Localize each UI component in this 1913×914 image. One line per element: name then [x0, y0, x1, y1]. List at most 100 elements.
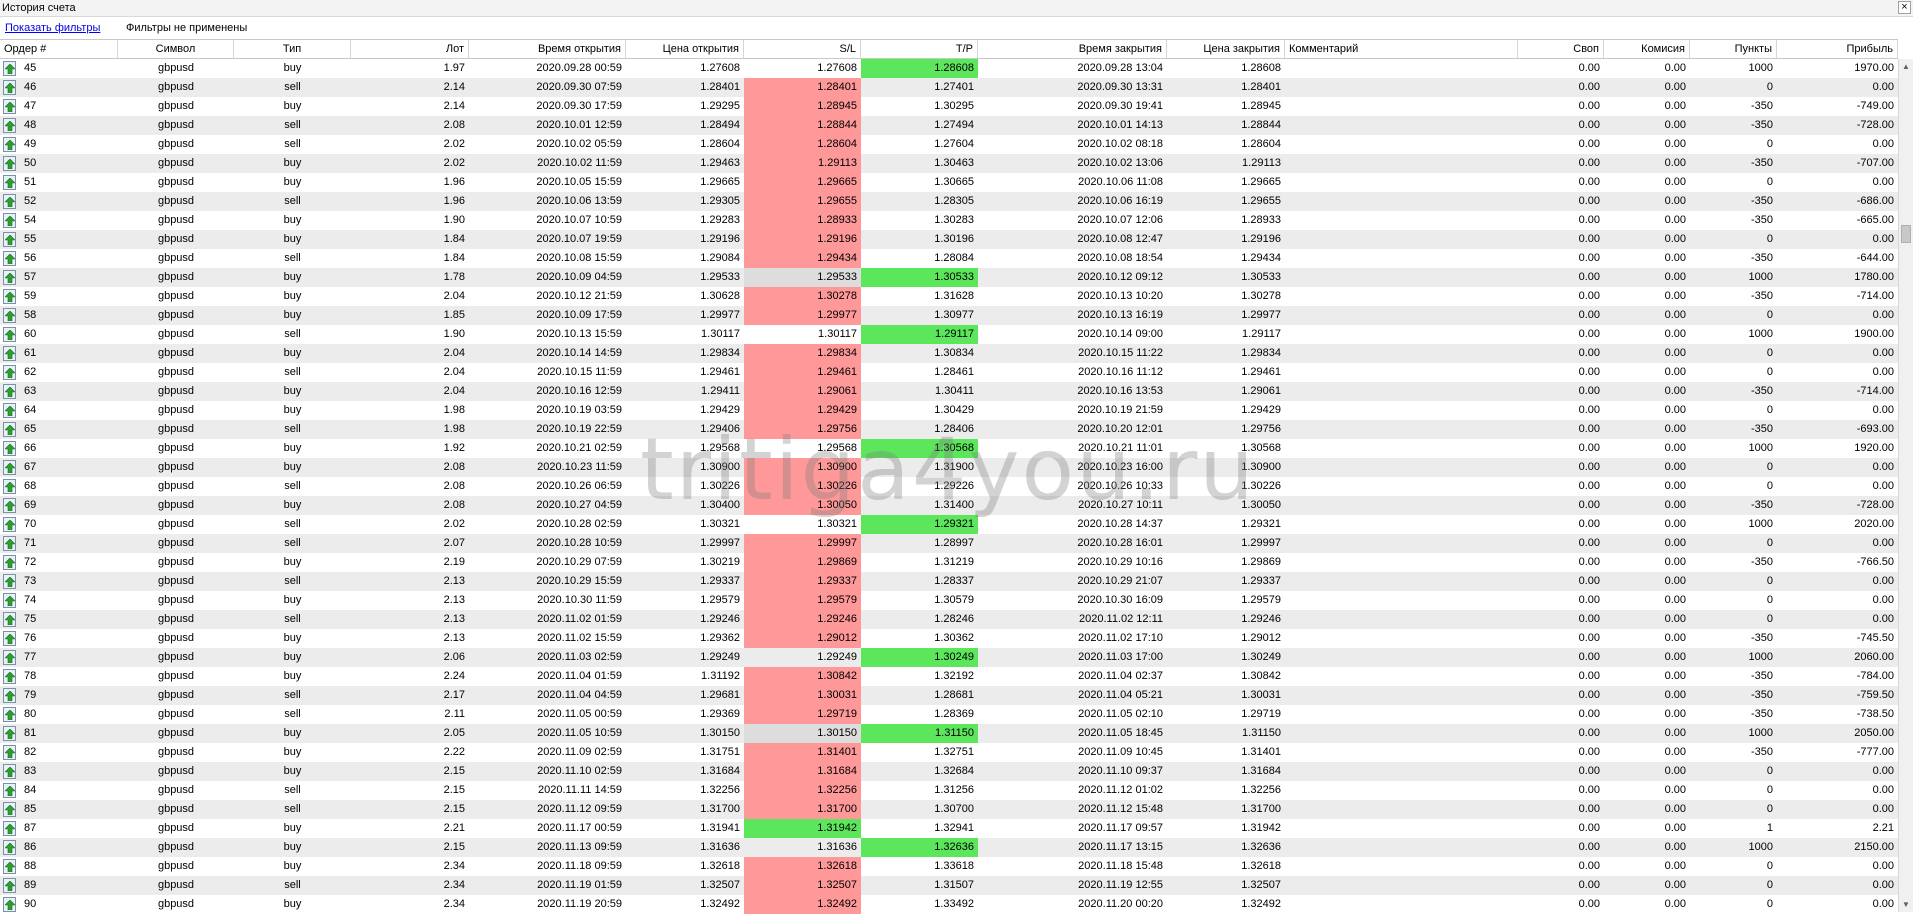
column-header-points[interactable]: Пункты: [1690, 40, 1777, 58]
table-row[interactable]: 77 gbpusd buy 2.06 2020.11.03 02:59 1.29249 1.…: [0, 648, 1898, 667]
table-row[interactable]: 62 gbpusd sell 2.04 2020.10.15 11:59 1.29461 1…: [0, 363, 1898, 382]
table-row[interactable]: 84 gbpusd sell 2.15 2020.11.11 14:59 1.32256 1…: [0, 781, 1898, 800]
column-header-order[interactable]: Ордер #: [0, 40, 118, 58]
table-row[interactable]: 83 gbpusd buy 2.15 2020.11.10 02:59 1.31684 1.…: [0, 762, 1898, 781]
table-row[interactable]: 76 gbpusd buy 2.13 2020.11.02 15:59 1.29362 1.…: [0, 629, 1898, 648]
cell-symbol: gbpusd: [157, 898, 195, 910]
table-row[interactable]: 74 gbpusd buy 2.13 2020.10.30 11:59 1.29579 1.…: [0, 591, 1898, 610]
cell-open-price: 1.31192: [701, 670, 740, 682]
table-row[interactable]: 48 gbpusd sell 2.08 2020.10.01 12:59 1.28494 1…: [0, 116, 1898, 135]
cell-lot: 2.15: [443, 784, 465, 796]
table-row[interactable]: 50 gbpusd buy 2.02 2020.10.02 11:59 1.29463 1.…: [0, 154, 1898, 173]
table-row[interactable]: 51 gbpusd buy 1.96 2020.10.05 15:59 1.29665 1.…: [0, 173, 1898, 192]
table-row[interactable]: 47 gbpusd buy 2.14 2020.09.30 17:59 1.29295 1.…: [0, 97, 1898, 116]
cell-swap: 0.00: [1578, 290, 1600, 302]
table-row[interactable]: 49 gbpusd sell 2.02 2020.10.02 05:59 1.28604 1…: [0, 135, 1898, 154]
table-row[interactable]: 73 gbpusd sell 2.13 2020.10.29 15:59 1.29337 1…: [0, 572, 1898, 591]
scroll-up-icon[interactable]: ▲: [1899, 59, 1913, 74]
table-row[interactable]: 89 gbpusd sell 2.34 2020.11.19 01:59 1.32507 1…: [0, 876, 1898, 895]
table-row[interactable]: 54 gbpusd buy 1.90 2020.10.07 10:59 1.29283 1.…: [0, 211, 1898, 230]
cell-lot: 2.19: [443, 556, 465, 568]
table-row[interactable]: 82 gbpusd buy 2.22 2020.11.09 02:59 1.31751 1.…: [0, 743, 1898, 762]
column-header-lot[interactable]: Лот: [351, 40, 469, 58]
table-row[interactable]: 80 gbpusd sell 2.11 2020.11.05 00:59 1.29369 1…: [0, 705, 1898, 724]
cell-commission: 0.00: [1664, 651, 1686, 663]
cell-profit: 1780.00: [1854, 271, 1894, 283]
cell-close-price: 1.29655: [1241, 195, 1281, 207]
cell-tp: 1.32192: [934, 670, 974, 682]
table-row[interactable]: 46 gbpusd sell 2.14 2020.09.30 07:59 1.28401 1…: [0, 78, 1898, 97]
cell-type: sell: [284, 708, 301, 720]
cell-sl: 1.29665: [744, 173, 861, 192]
cell-open-price: 1.29681: [700, 689, 740, 701]
table-row[interactable]: 63 gbpusd buy 2.04 2020.10.16 12:59 1.29411 1.…: [0, 382, 1898, 401]
column-header-swap[interactable]: Своп: [1518, 40, 1604, 58]
cell-lot: 2.13: [443, 575, 465, 587]
table-row[interactable]: 88 gbpusd buy 2.34 2020.11.18 09:59 1.32618 1.…: [0, 857, 1898, 876]
table-row[interactable]: 90 gbpusd buy 2.34 2020.11.19 20:59 1.32492 1.…: [0, 895, 1898, 914]
table-row[interactable]: 75 gbpusd sell 2.13 2020.11.02 01:59 1.29246 1…: [0, 610, 1898, 629]
table-row[interactable]: 59 gbpusd buy 2.04 2020.10.12 21:59 1.30628 1.…: [0, 287, 1898, 306]
cell-open-time: 2020.10.19 22:59: [536, 423, 622, 435]
column-header-comment[interactable]: Комментарий: [1285, 40, 1518, 58]
cell-open-price: 1.29429: [700, 404, 740, 416]
table-row[interactable]: 81 gbpusd buy 2.05 2020.11.05 10:59 1.30150 1.…: [0, 724, 1898, 743]
column-header-open-price[interactable]: Цена открытия: [626, 40, 744, 58]
table-row[interactable]: 60 gbpusd sell 1.90 2020.10.13 15:59 1.30117 1…: [0, 325, 1898, 344]
scroll-down-icon[interactable]: ▼: [1899, 897, 1913, 912]
cell-symbol: gbpusd: [157, 309, 195, 321]
scroll-thumb[interactable]: [1901, 225, 1911, 243]
order-type-icon: [3, 479, 16, 494]
column-header-commission[interactable]: Комисия: [1604, 40, 1690, 58]
cell-open-time: 2020.10.29 15:59: [536, 575, 622, 587]
table-row[interactable]: 57 gbpusd buy 1.78 2020.10.09 04:59 1.29533 1.…: [0, 268, 1898, 287]
table-row[interactable]: 45 gbpusd buy 1.97 2020.09.28 00:59 1.27608 1.…: [0, 59, 1898, 78]
table-row[interactable]: 61 gbpusd buy 2.04 2020.10.14 14:59 1.29834 1.…: [0, 344, 1898, 363]
table-row[interactable]: 56 gbpusd sell 1.84 2020.10.08 15:59 1.29084 1…: [0, 249, 1898, 268]
vertical-scrollbar[interactable]: ▲ ▼: [1898, 59, 1913, 912]
column-header-sl[interactable]: S/L: [744, 40, 861, 58]
order-number: 88: [24, 860, 37, 872]
cell-points: 0: [1766, 480, 1773, 492]
close-icon[interactable]: ×: [1898, 1, 1911, 14]
cell-order: 81: [0, 724, 118, 743]
column-header-close-price[interactable]: Цена закрытия: [1167, 40, 1285, 58]
show-filters-link[interactable]: Показать фильтры: [5, 22, 100, 34]
cell-open-price: 1.29362: [700, 632, 740, 644]
cell-type: sell: [284, 138, 301, 150]
cell-open-time: 2020.11.18 09:59: [537, 860, 622, 872]
order-type-icon: [3, 821, 16, 836]
cell-comment: [1285, 344, 1518, 363]
order-number: 83: [24, 765, 37, 777]
order-type-icon: [3, 422, 16, 437]
column-header-open-time[interactable]: Время открытия: [469, 40, 626, 58]
cell-type: sell: [284, 119, 301, 131]
cell-close-price: 1.29113: [1242, 157, 1281, 169]
cell-comment: [1285, 553, 1518, 572]
column-header-tp[interactable]: T/P: [861, 40, 978, 58]
cell-order: 47: [0, 97, 118, 116]
cell-sl: 1.30278: [744, 287, 861, 306]
table-row[interactable]: 85 gbpusd sell 2.15 2020.11.12 09:59 1.31700 1…: [0, 800, 1898, 819]
table-row[interactable]: 52 gbpusd sell 1.96 2020.10.06 13:59 1.29305 1…: [0, 192, 1898, 211]
column-header-profit[interactable]: Прибыль: [1777, 40, 1898, 58]
table-row[interactable]: 64 gbpusd buy 1.98 2020.10.19 03:59 1.29429 1.…: [0, 401, 1898, 420]
table-row[interactable]: 58 gbpusd buy 1.85 2020.10.09 17:59 1.29977 1.…: [0, 306, 1898, 325]
table-row[interactable]: 72 gbpusd buy 2.19 2020.10.29 07:59 1.30219 1.…: [0, 553, 1898, 572]
cell-points: -350: [1750, 119, 1773, 131]
table-row[interactable]: 87 gbpusd buy 2.21 2020.11.17 00:59 1.31941 1.…: [0, 819, 1898, 838]
cell-tp: 1.31507: [934, 879, 974, 891]
table-row[interactable]: 55 gbpusd buy 1.84 2020.10.07 19:59 1.29196 1.…: [0, 230, 1898, 249]
cell-close-time: 2020.11.12 01:02: [1078, 784, 1163, 796]
cell-swap: 0.00: [1578, 670, 1600, 682]
cell-sl: 1.29061: [744, 382, 861, 401]
table-row[interactable]: 78 gbpusd buy 2.24 2020.11.04 01:59 1.31192 1.…: [0, 667, 1898, 686]
column-header-type[interactable]: Тип: [234, 40, 351, 58]
cell-profit: -738.50: [1856, 708, 1894, 720]
table-row[interactable]: 71 gbpusd sell 2.07 2020.10.28 10:59 1.29997 1…: [0, 534, 1898, 553]
table-row[interactable]: 79 gbpusd sell 2.17 2020.11.04 04:59 1.29681 1…: [0, 686, 1898, 705]
cell-points: 0: [1766, 461, 1773, 473]
table-row[interactable]: 86 gbpusd buy 2.15 2020.11.13 09:59 1.31636 1.…: [0, 838, 1898, 857]
column-header-close-time[interactable]: Время закрытия: [978, 40, 1167, 58]
column-header-symbol[interactable]: Символ: [118, 40, 234, 58]
